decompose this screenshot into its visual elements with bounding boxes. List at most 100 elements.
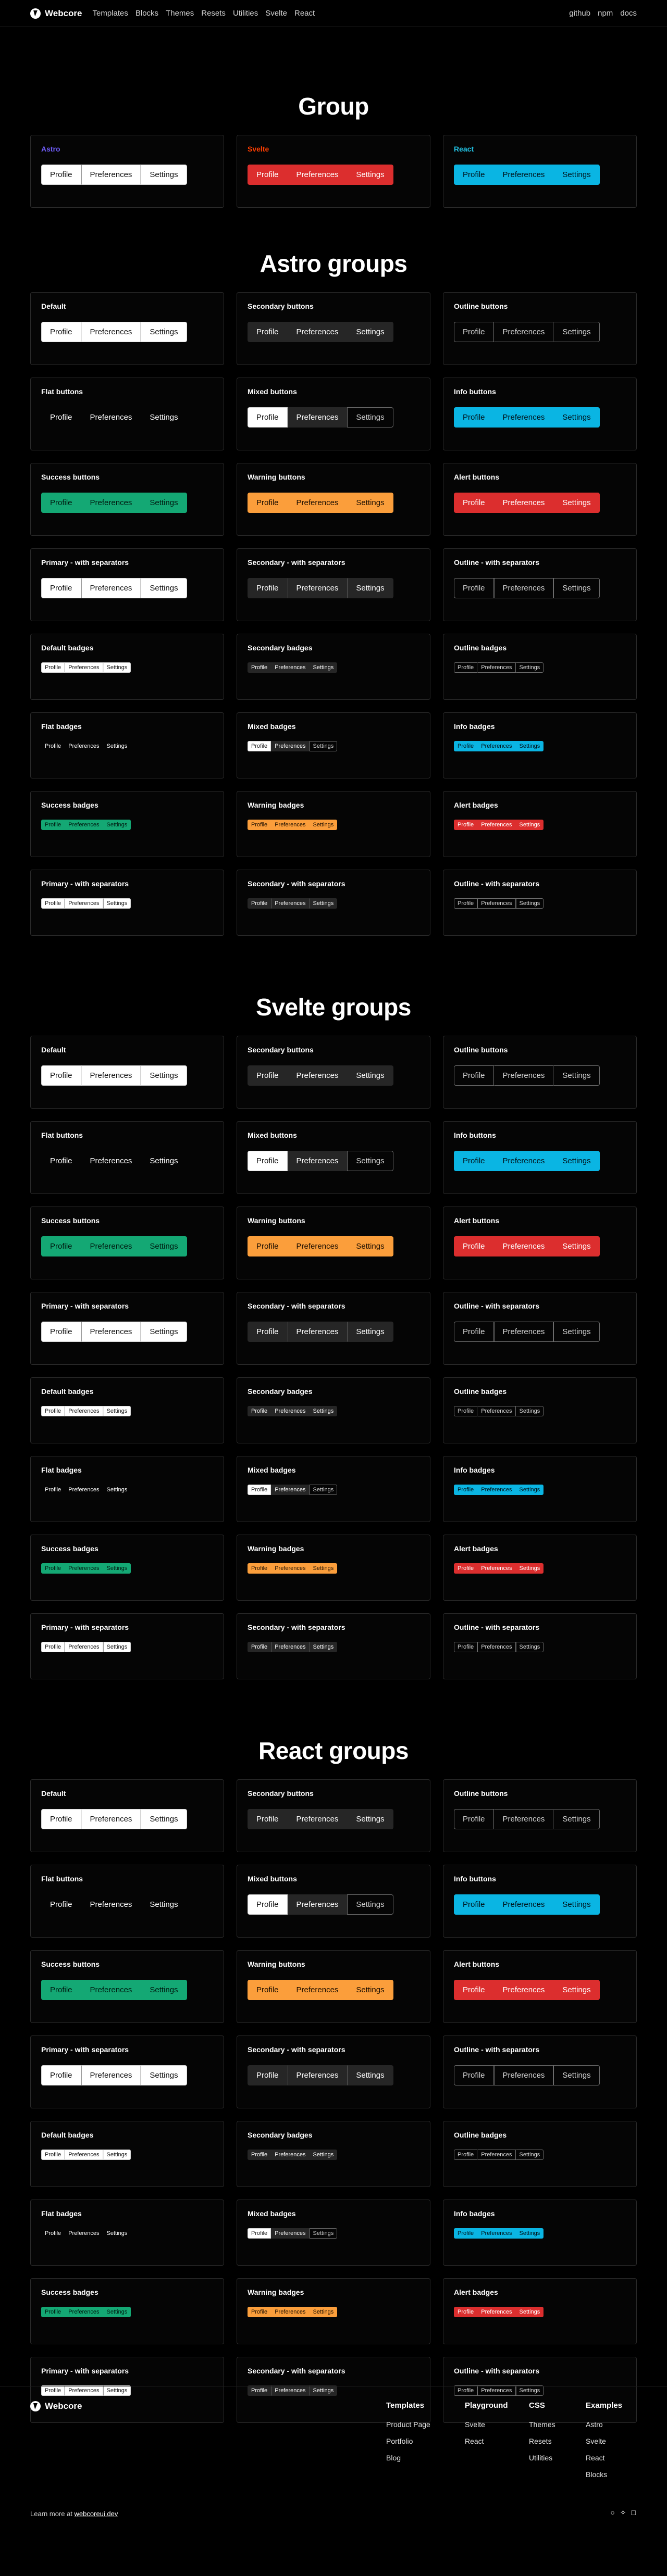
button-preferences[interactable]: Preferences xyxy=(493,1322,554,1342)
button-profile[interactable]: Profile xyxy=(41,1236,81,1256)
button-profile[interactable]: Profile xyxy=(248,1894,288,1915)
button-profile[interactable]: Profile xyxy=(41,407,81,428)
button-profile[interactable]: Profile xyxy=(248,407,288,428)
docs-icon[interactable]: □ xyxy=(632,2508,636,2517)
button-profile[interactable]: Profile xyxy=(248,1151,288,1171)
button-settings[interactable]: Settings xyxy=(553,1894,600,1915)
nav-link-blocks[interactable]: Blocks xyxy=(135,9,158,18)
button-preferences[interactable]: Preferences xyxy=(493,165,554,185)
button-profile[interactable]: Profile xyxy=(454,1809,494,1829)
button-preferences[interactable]: Preferences xyxy=(287,1065,348,1086)
button-preferences[interactable]: Preferences xyxy=(287,1322,348,1342)
nav-link-resets[interactable]: Resets xyxy=(201,9,226,18)
button-settings[interactable]: Settings xyxy=(553,1980,600,2000)
button-settings[interactable]: Settings xyxy=(553,2065,600,2085)
footer-link-astro[interactable]: Astro xyxy=(586,2420,638,2429)
button-preferences[interactable]: Preferences xyxy=(493,407,554,428)
nav-link-react[interactable]: React xyxy=(294,9,315,18)
footer-link-svelte[interactable]: Svelte xyxy=(465,2420,529,2429)
button-preferences[interactable]: Preferences xyxy=(493,1980,554,2000)
button-preferences[interactable]: Preferences xyxy=(493,1894,554,1915)
nav-link-github[interactable]: github xyxy=(569,9,590,18)
button-settings[interactable]: Settings xyxy=(553,165,600,185)
button-settings[interactable]: Settings xyxy=(553,1151,600,1171)
nav-link-npm[interactable]: npm xyxy=(598,9,613,18)
footer-brand[interactable]: Webcore xyxy=(30,2401,82,2411)
button-settings[interactable]: Settings xyxy=(347,322,393,342)
button-preferences[interactable]: Preferences xyxy=(81,578,141,598)
button-profile[interactable]: Profile xyxy=(454,1980,494,2000)
button-settings[interactable]: Settings xyxy=(141,1809,187,1829)
button-profile[interactable]: Profile xyxy=(454,322,494,342)
button-profile[interactable]: Profile xyxy=(248,2065,288,2085)
button-profile[interactable]: Profile xyxy=(454,493,494,513)
button-settings[interactable]: Settings xyxy=(141,322,187,342)
button-preferences[interactable]: Preferences xyxy=(81,1322,141,1342)
button-profile[interactable]: Profile xyxy=(454,1151,494,1171)
button-settings[interactable]: Settings xyxy=(347,1894,393,1915)
button-settings[interactable]: Settings xyxy=(141,1236,187,1256)
button-preferences[interactable]: Preferences xyxy=(287,2065,348,2085)
button-profile[interactable]: Profile xyxy=(41,1894,81,1915)
footer-link-utilities[interactable]: Utilities xyxy=(529,2454,586,2462)
button-profile[interactable]: Profile xyxy=(41,322,81,342)
button-profile[interactable]: Profile xyxy=(454,1236,494,1256)
nav-link-svelte[interactable]: Svelte xyxy=(265,9,287,18)
button-profile[interactable]: Profile xyxy=(248,578,288,598)
button-profile[interactable]: Profile xyxy=(41,578,81,598)
footer-link-react[interactable]: React xyxy=(465,2437,529,2445)
button-profile[interactable]: Profile xyxy=(454,1322,494,1342)
button-preferences[interactable]: Preferences xyxy=(81,1236,141,1256)
nav-link-utilities[interactable]: Utilities xyxy=(233,9,258,18)
button-settings[interactable]: Settings xyxy=(553,322,600,342)
button-preferences[interactable]: Preferences xyxy=(493,1809,554,1829)
button-preferences[interactable]: Preferences xyxy=(287,165,348,185)
button-settings[interactable]: Settings xyxy=(141,165,187,185)
footer-link-product-page[interactable]: Product Page xyxy=(386,2420,465,2429)
button-settings[interactable]: Settings xyxy=(347,578,393,598)
button-preferences[interactable]: Preferences xyxy=(287,1151,348,1171)
button-settings[interactable]: Settings xyxy=(141,2065,187,2085)
button-settings[interactable]: Settings xyxy=(347,1151,393,1171)
button-preferences[interactable]: Preferences xyxy=(287,1980,348,2000)
button-preferences[interactable]: Preferences xyxy=(493,493,554,513)
button-profile[interactable]: Profile xyxy=(41,165,81,185)
button-settings[interactable]: Settings xyxy=(553,1322,600,1342)
button-settings[interactable]: Settings xyxy=(141,1151,187,1171)
button-preferences[interactable]: Preferences xyxy=(493,1236,554,1256)
button-settings[interactable]: Settings xyxy=(347,1065,393,1086)
button-profile[interactable]: Profile xyxy=(454,578,494,598)
button-profile[interactable]: Profile xyxy=(454,165,494,185)
button-profile[interactable]: Profile xyxy=(41,493,81,513)
button-settings[interactable]: Settings xyxy=(553,1236,600,1256)
button-preferences[interactable]: Preferences xyxy=(287,493,348,513)
nav-link-templates[interactable]: Templates xyxy=(93,9,128,18)
button-profile[interactable]: Profile xyxy=(454,1894,494,1915)
button-settings[interactable]: Settings xyxy=(347,407,393,428)
button-settings[interactable]: Settings xyxy=(141,1065,187,1086)
button-profile[interactable]: Profile xyxy=(41,1809,81,1829)
button-profile[interactable]: Profile xyxy=(248,322,288,342)
button-preferences[interactable]: Preferences xyxy=(81,2065,141,2085)
button-preferences[interactable]: Preferences xyxy=(81,1151,141,1171)
footer-link-svelte[interactable]: Svelte xyxy=(586,2437,638,2445)
button-profile[interactable]: Profile xyxy=(454,1065,494,1086)
button-settings[interactable]: Settings xyxy=(141,407,187,428)
button-profile[interactable]: Profile xyxy=(41,2065,81,2085)
button-preferences[interactable]: Preferences xyxy=(493,322,554,342)
button-preferences[interactable]: Preferences xyxy=(287,1236,348,1256)
button-profile[interactable]: Profile xyxy=(248,1322,288,1342)
button-settings[interactable]: Settings xyxy=(347,2065,393,2085)
button-settings[interactable]: Settings xyxy=(141,1980,187,2000)
button-profile[interactable]: Profile xyxy=(41,1151,81,1171)
button-preferences[interactable]: Preferences xyxy=(81,1980,141,2000)
button-preferences[interactable]: Preferences xyxy=(81,1894,141,1915)
button-preferences[interactable]: Preferences xyxy=(81,407,141,428)
button-settings[interactable]: Settings xyxy=(347,1322,393,1342)
footer-link-blog[interactable]: Blog xyxy=(386,2454,465,2462)
button-preferences[interactable]: Preferences xyxy=(493,578,554,598)
button-profile[interactable]: Profile xyxy=(248,1065,288,1086)
button-profile[interactable]: Profile xyxy=(454,2065,494,2085)
button-settings[interactable]: Settings xyxy=(347,493,393,513)
button-settings[interactable]: Settings xyxy=(347,1236,393,1256)
